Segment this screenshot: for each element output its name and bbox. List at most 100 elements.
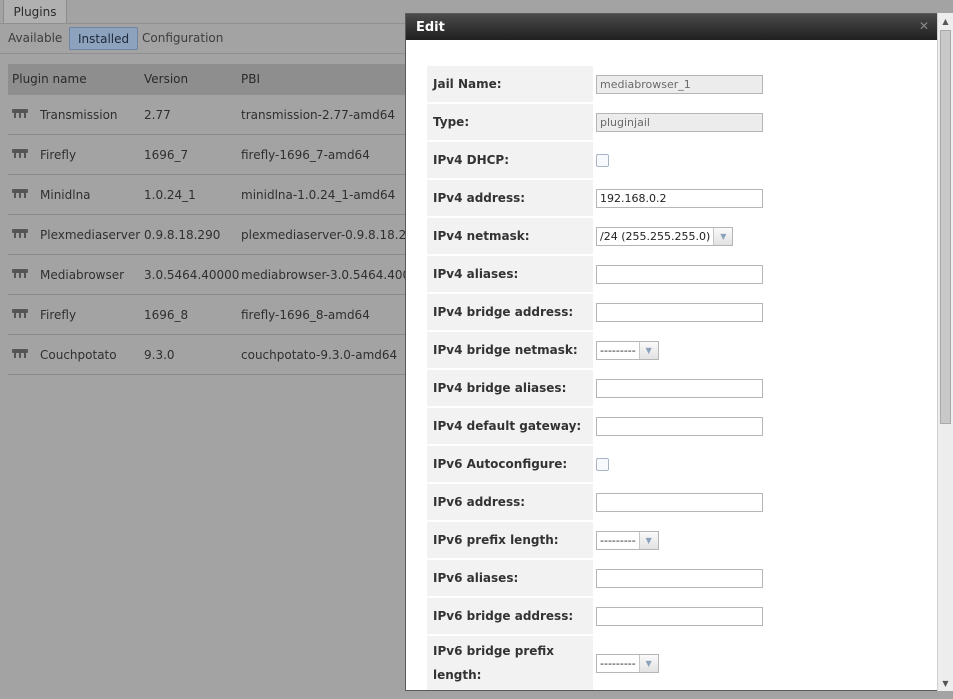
ipv6-address-label: IPv6 address: [427, 484, 593, 520]
ipv6-autoconfigure-label: IPv6 Autoconfigure: [427, 446, 593, 482]
type-label: Type: [427, 104, 593, 140]
ipv6-bridge-prefix-length-select[interactable]: --------- ▼ [596, 653, 659, 673]
jail-name-input[interactable]: mediabrowser_1 [596, 74, 763, 94]
plugin-version: 3.0.5464.40000 [144, 268, 240, 282]
ipv4-bridge-aliases-label: IPv4 bridge aliases: [427, 370, 593, 406]
plugin-icon [12, 229, 28, 238]
scroll-down-icon[interactable]: ▼ [938, 675, 953, 691]
form-row-jail-name: Jail Name: mediabrowser_1 [427, 66, 927, 104]
scrollbar-thumb[interactable] [940, 30, 951, 424]
plugin-version: 0.9.8.18.290 [144, 228, 221, 242]
chevron-down-icon[interactable]: ▼ [638, 341, 658, 359]
ipv4-address-input[interactable]: 192.168.0.2 [596, 188, 763, 208]
plugin-pbi: couchpotato-9.3.0-amd64 [241, 348, 398, 362]
ipv6-bridge-prefix-length-label: IPv6 bridge prefix length: [427, 636, 593, 690]
ipv6-bridge-prefix-length-label-line2: length: [433, 668, 482, 682]
form-row-ipv4-bridge-aliases: IPv4 bridge aliases: [427, 370, 927, 408]
plugin-icon [12, 149, 28, 158]
plugin-name: Minidlna [40, 188, 91, 202]
tab-available[interactable]: Available [0, 27, 70, 48]
tab-plugins[interactable]: Plugins [3, 0, 67, 23]
ipv6-prefix-length-label: IPv6 prefix length: [427, 522, 593, 558]
plugin-icon [12, 189, 28, 198]
ipv6-bridge-address-input[interactable] [596, 606, 763, 626]
plugin-icon [12, 109, 28, 118]
plugin-name: Firefly [40, 148, 77, 162]
plugin-version: 9.3.0 [144, 348, 175, 362]
ipv4-dhcp-label: IPv4 DHCP: [427, 142, 593, 178]
plugin-version: 1696_7 [144, 148, 189, 162]
tab-installed[interactable]: Installed [69, 27, 139, 50]
plugin-pbi: plexmediaserver-0.9.8.18.290 [241, 228, 422, 242]
form-row-ipv4-bridge-address: IPv4 bridge address: [427, 294, 927, 332]
form-row-ipv6-aliases: IPv6 aliases: [427, 560, 927, 598]
plugin-pbi: minidlna-1.0.24_1-amd64 [241, 188, 396, 202]
plugin-icon [12, 349, 28, 358]
plugin-version: 2.77 [144, 108, 171, 122]
plugin-name: Firefly [40, 308, 77, 322]
tab-plugins-label: Plugins [13, 4, 57, 19]
ipv6-autoconfigure-checkbox[interactable] [596, 457, 609, 471]
dialog-title: Edit [416, 19, 445, 35]
plugin-name: Transmission [40, 108, 118, 122]
plugin-icon [12, 269, 28, 278]
ipv4-netmask-value: /24 (255.255.255.0) [600, 229, 711, 243]
ipv4-bridge-address-label: IPv4 bridge address: [427, 294, 593, 330]
chevron-down-icon[interactable]: ▼ [638, 654, 658, 672]
header-pbi[interactable]: PBI [241, 72, 260, 86]
plugin-pbi: firefly-1696_7-amd64 [241, 148, 370, 162]
plugin-version: 1.0.24_1 [144, 188, 196, 202]
ipv6-bridge-prefix-length-label-line1: IPv6 bridge prefix [433, 644, 555, 658]
form-row-ipv6-prefix-length: IPv6 prefix length: --------- ▼ [427, 522, 927, 560]
ipv6-address-input[interactable] [596, 492, 763, 512]
jail-edit-form: Jail Name: mediabrowser_1 Type: pluginja… [427, 66, 927, 692]
chevron-down-icon[interactable]: ▼ [713, 227, 733, 245]
ipv6-aliases-input[interactable] [596, 568, 763, 588]
type-input[interactable]: pluginjail [596, 112, 763, 132]
dialog-scrollbar[interactable]: ▲ ▼ [937, 13, 953, 691]
ipv4-aliases-input[interactable] [596, 264, 763, 284]
ipv6-bridge-address-label: IPv6 bridge address: [427, 598, 593, 634]
plugin-version: 1696_8 [144, 308, 189, 322]
scroll-up-icon[interactable]: ▲ [938, 13, 953, 29]
tab-configuration[interactable]: Configuration [134, 27, 231, 48]
plugin-icon [12, 309, 28, 318]
ipv6-aliases-label: IPv6 aliases: [427, 560, 593, 596]
ipv4-netmask-label: IPv4 netmask: [427, 218, 593, 254]
ipv4-default-gateway-input[interactable] [596, 416, 763, 436]
form-row-ipv4-dhcp: IPv4 DHCP: [427, 142, 927, 180]
form-row-ipv4-address: IPv4 address: 192.168.0.2 [427, 180, 927, 218]
ipv4-bridge-netmask-value: --------- [600, 343, 636, 357]
plugin-pbi: firefly-1696_8-amd64 [241, 308, 370, 322]
plugin-name: Mediabrowser [40, 268, 125, 282]
ipv4-bridge-netmask-select[interactable]: --------- ▼ [596, 340, 659, 360]
jail-name-label: Jail Name: [427, 66, 593, 102]
ipv6-prefix-length-select[interactable]: --------- ▼ [596, 530, 659, 550]
plugin-pbi: transmission-2.77-amd64 [241, 108, 395, 122]
ipv4-default-gateway-label: IPv4 default gateway: [427, 408, 593, 444]
form-row-ipv6-autoconfigure: IPv6 Autoconfigure: [427, 446, 927, 484]
chevron-down-icon[interactable]: ▼ [638, 531, 658, 549]
form-row-ipv4-aliases: IPv4 aliases: [427, 256, 927, 294]
plugin-pbi: mediabrowser-3.0.5464.40000 [241, 268, 426, 282]
edit-dialog: Edit ✕ Jail Name: mediabrowser_1 Type: p… [405, 13, 939, 691]
ipv4-dhcp-checkbox[interactable] [596, 153, 609, 167]
header-plugin-name[interactable]: Plugin name [12, 72, 87, 86]
form-row-ipv6-bridge-prefix-length: IPv6 bridge prefix length: --------- ▼ [427, 636, 927, 692]
ipv4-netmask-select[interactable]: /24 (255.255.255.0) ▼ [596, 226, 734, 246]
ipv4-aliases-label: IPv4 aliases: [427, 256, 593, 292]
ipv4-bridge-netmask-label: IPv4 bridge netmask: [427, 332, 593, 368]
ipv6-prefix-length-value: --------- [600, 533, 636, 547]
form-row-ipv4-netmask: IPv4 netmask: /24 (255.255.255.0) ▼ [427, 218, 927, 256]
ipv6-bridge-prefix-length-value: --------- [600, 656, 636, 670]
form-row-type: Type: pluginjail [427, 104, 927, 142]
plugin-name: Plexmediaserver [40, 228, 141, 242]
header-version[interactable]: Version [144, 72, 188, 86]
close-icon[interactable]: ✕ [918, 20, 930, 32]
ipv4-bridge-aliases-input[interactable] [596, 378, 763, 398]
ipv4-bridge-address-input[interactable] [596, 302, 763, 322]
form-row-ipv4-bridge-netmask: IPv4 bridge netmask: --------- ▼ [427, 332, 927, 370]
form-row-ipv4-default-gateway: IPv4 default gateway: [427, 408, 927, 446]
form-row-ipv6-bridge-address: IPv6 bridge address: [427, 598, 927, 636]
dialog-title-bar[interactable]: Edit ✕ [406, 14, 938, 40]
